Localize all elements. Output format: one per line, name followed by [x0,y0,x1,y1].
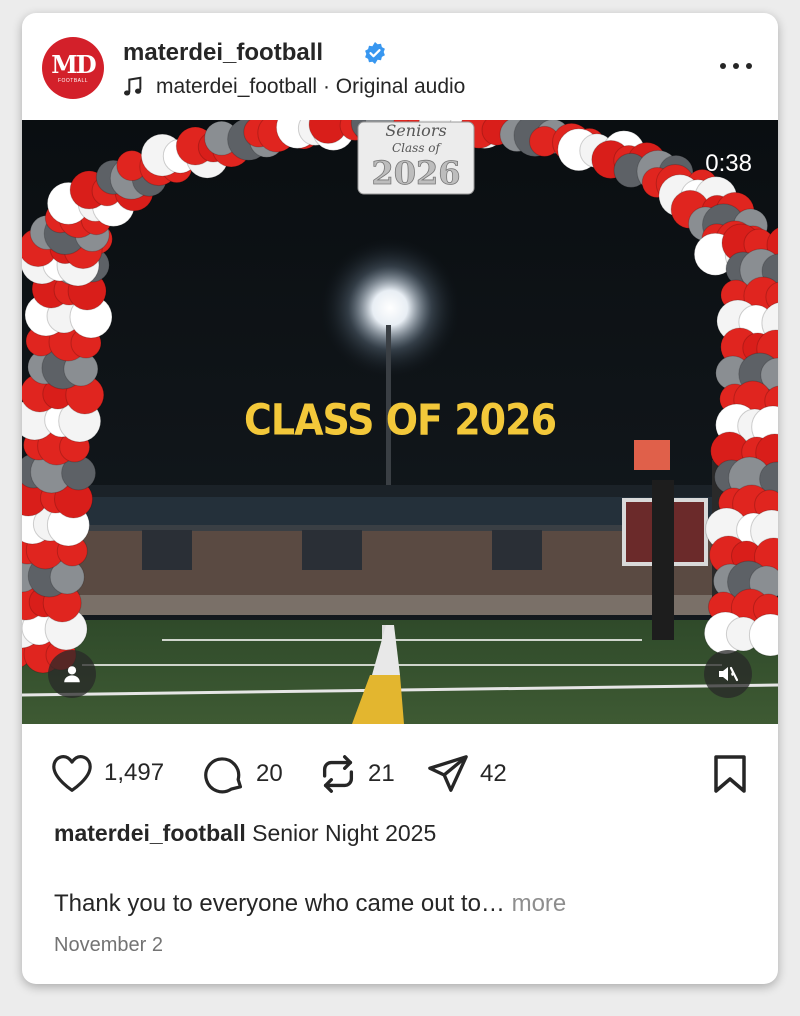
verified-badge-icon [365,42,385,64]
post-date: November 2 [54,934,163,956]
music-note-icon [124,76,142,96]
video-duration: 0:38 [705,150,752,177]
repost-icon [322,755,354,793]
comment-button[interactable]: 20 [202,753,283,795]
sign-line2: Class of [392,141,443,155]
share-count: 42 [480,760,507,787]
username[interactable]: materdei_football [123,39,323,67]
bookmark-button[interactable] [712,753,748,800]
post-header: MD FOOTBALL materdei_football materdei_f… [22,13,778,119]
video-overlay-text: CLASS OF 2026 [243,395,557,445]
seniors-sign: Seniors Class of 2026 [357,121,475,195]
caption-body: Thank you to everyone who came out to… [54,890,505,917]
like-count: 1,497 [104,759,165,786]
sign-line3: 2026 [371,154,460,192]
comment-count: 20 [256,760,283,787]
caption-text: Senior Night 2025 [245,820,437,846]
mute-icon[interactable] [704,650,752,698]
audio-separator: · [317,75,336,98]
comment-icon [204,757,243,794]
more-options-icon[interactable] [720,61,752,71]
repost-button[interactable]: 21 [318,753,395,795]
audio-label: Original audio [335,75,466,98]
user-tag-icon[interactable] [48,650,96,698]
share-button[interactable]: 42 [426,753,507,795]
share-icon [428,755,468,792]
caption-username[interactable]: materdei_football [54,820,246,846]
caption-body-row: Thank you to everyone who came out to… m… [54,890,566,918]
avatar[interactable]: MD FOOTBALL [42,37,104,99]
heart-icon [52,755,92,792]
avatar-subtext: FOOTBALL [57,77,89,84]
video-player[interactable]: Seniors Class of 2026 CLASS OF 2026 0:38 [22,120,778,724]
action-bar: 1,497 20 21 42 [22,743,778,803]
instagram-post-card: MD FOOTBALL materdei_football materdei_f… [22,13,778,984]
caption-title: materdei_football Senior Night 2025 [54,820,436,847]
audio-info[interactable]: materdei_football · Original audio [122,75,465,99]
avatar-monogram: MD [51,49,96,79]
caption-more-link[interactable]: more [505,890,567,917]
sign-line1: Seniors [385,121,446,140]
like-button[interactable]: 1,497 [50,753,164,793]
bookmark-icon [714,755,746,793]
repost-count: 21 [368,760,395,787]
audio-owner: materdei_football [156,75,318,98]
